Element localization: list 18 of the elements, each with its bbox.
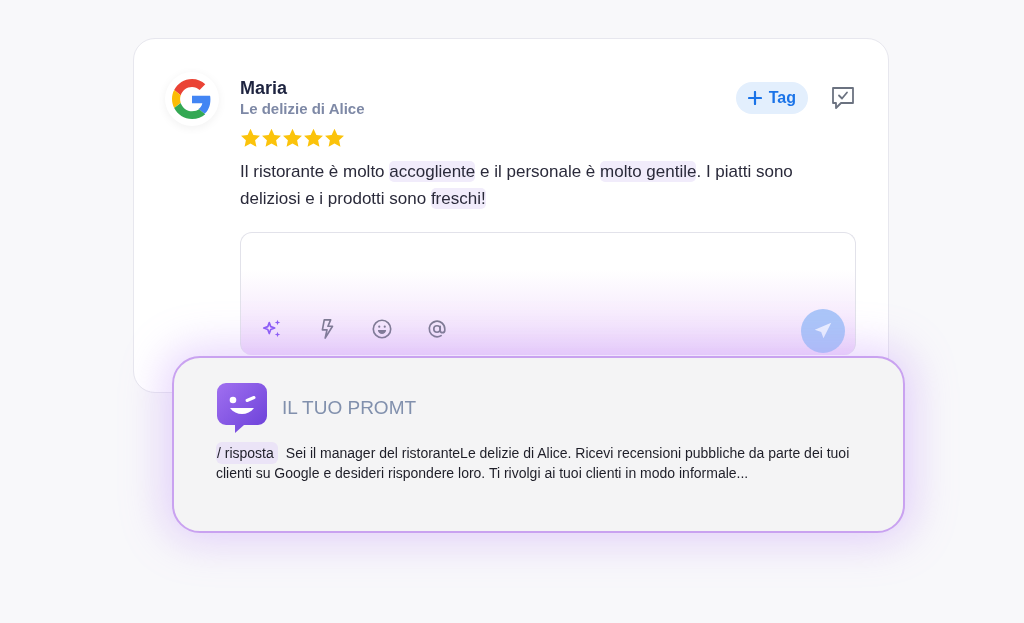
mention-icon[interactable] — [426, 318, 448, 340]
business-name: Le delizie di Alice — [240, 99, 366, 119]
winking-chat-icon — [216, 382, 268, 434]
plus-icon — [747, 91, 762, 105]
star-icon — [282, 128, 303, 148]
star-icon — [261, 128, 282, 148]
emoji-icon[interactable] — [371, 318, 393, 340]
star-icon — [240, 128, 261, 148]
reply-field[interactable] — [240, 232, 856, 355]
tag-button[interactable]: Tag — [735, 82, 808, 114]
review-text: Il ristorante è molto accogliente e il personale è molto gentile. I piatti sono deliziosi e i prodotti sono freschi! — [240, 160, 794, 211]
star-icon — [303, 128, 324, 148]
comment-check-icon[interactable] — [830, 85, 856, 111]
prompt-title: IL TUO PROMT — [282, 397, 417, 419]
author-name: Maria — [240, 77, 289, 99]
star-icon — [324, 128, 345, 148]
sparkles-icon[interactable] — [261, 318, 283, 340]
prompt-text: / risposta Sei il manager del ristoranteLe delizie di Alice. Ricevi recensioni pubbliche da parte dei tuoi clienti su Google e desideri rispondere loro. Ti rivolgi ai tuoi clienti in modo informale... — [216, 443, 861, 483]
